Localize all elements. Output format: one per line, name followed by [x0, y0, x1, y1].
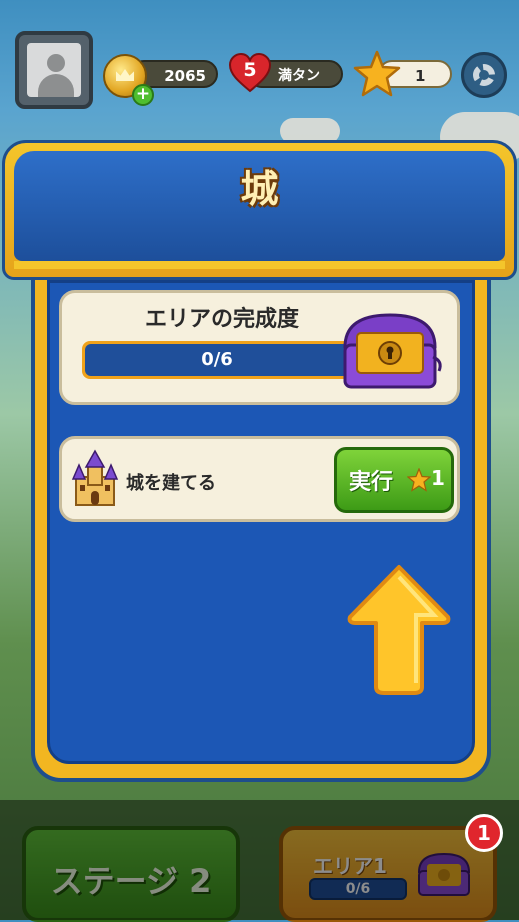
area-button[interactable]: エリア1 0/6 — [279, 826, 497, 922]
star-count: 1 — [415, 67, 426, 85]
heart-icon: 5 — [228, 52, 272, 93]
star-icon — [352, 50, 402, 98]
add-coins-button[interactable]: + — [132, 84, 154, 106]
avatar[interactable] — [15, 31, 93, 109]
star-cost: 1 — [431, 466, 445, 490]
area-completion-title: エリアの完成度 — [144, 307, 299, 332]
treasure-chest-icon[interactable] — [335, 307, 445, 393]
area-button-progress-text: 0/6 — [345, 881, 371, 897]
pointer-arrow-icon — [346, 563, 452, 697]
area-button-progress: 0/6 — [309, 878, 407, 900]
panel-title: 城 — [240, 167, 279, 211]
task-card: 城を建てる 実行 1 — [59, 436, 460, 522]
area-progress-bar: 0/6 — [82, 341, 352, 379]
execute-button-label: 実行 — [349, 470, 394, 495]
execute-button[interactable]: 実行 1 — [334, 447, 454, 513]
settings-gear-icon[interactable] — [461, 52, 507, 98]
coin-count: 2065 — [164, 67, 206, 85]
task-label: 城を建てる — [126, 473, 216, 494]
area-progress-text: 0/6 — [201, 349, 233, 370]
star-cost-icon — [407, 468, 431, 492]
area-completion-card: エリアの完成度 0/6 — [59, 290, 460, 405]
stage-button[interactable]: ステージ 2 — [22, 826, 240, 922]
area-button-label: エリア1 — [313, 854, 387, 878]
lives-status: 満タン — [278, 68, 320, 84]
castle-icon — [70, 449, 120, 509]
stage-button-label: ステージ 2 — [50, 862, 212, 900]
area-notification-badge: 1 — [465, 814, 503, 852]
area-chest-icon — [417, 852, 471, 896]
lives-count: 5 — [243, 59, 257, 81]
